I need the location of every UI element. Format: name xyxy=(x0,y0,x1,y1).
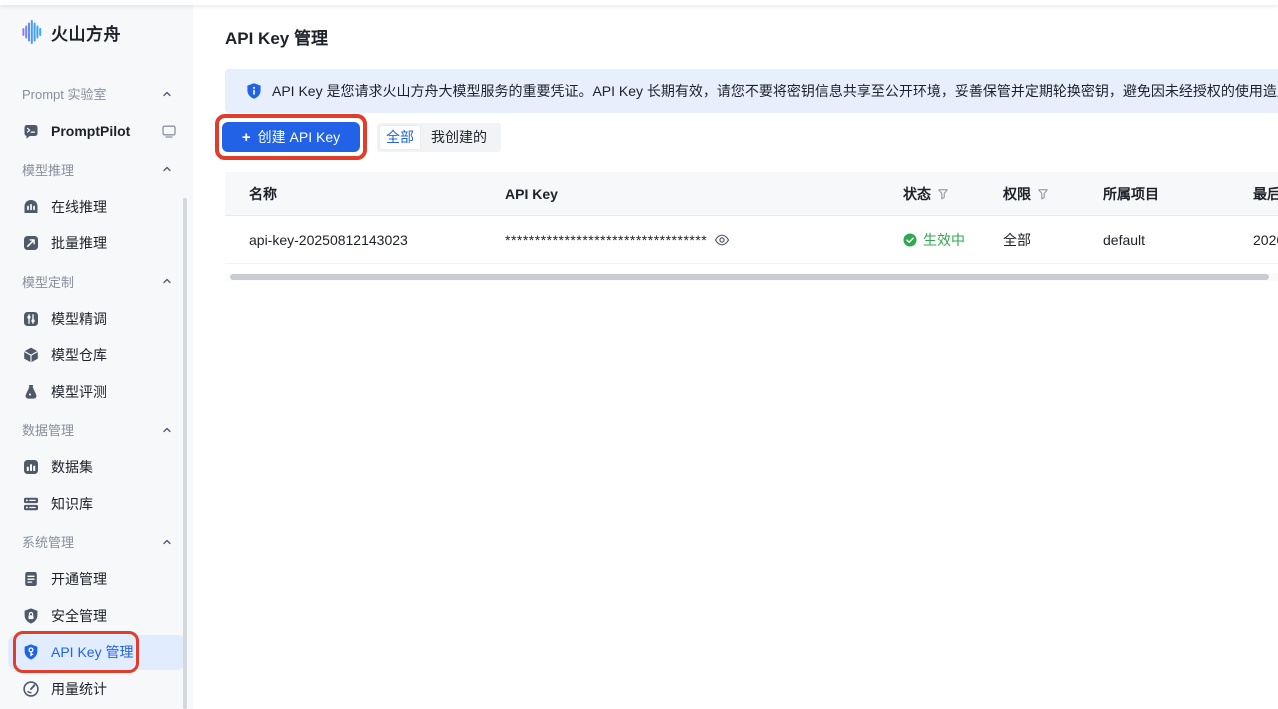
sidebar-item-model-repo[interactable]: 模型仓库 xyxy=(0,337,193,374)
bank-icon xyxy=(22,198,40,216)
sidebar-item-promptpilot[interactable]: PromptPilot xyxy=(0,113,193,150)
brand: 火山方舟 xyxy=(0,0,193,64)
plus-icon: + xyxy=(242,130,251,145)
sidebar-item-online-inference[interactable]: 在线推理 xyxy=(0,189,193,226)
sidebar-section-prompt-lab[interactable]: Prompt 实验室 xyxy=(0,74,193,113)
sidebar-item-model-finetune[interactable]: 模型精调 xyxy=(0,301,193,338)
column-header-permission: 权限 xyxy=(987,172,1087,215)
api-key-table: 名称 API Key 状态 权限 所属项目 最后 api-key-2025081… xyxy=(225,172,1278,264)
sidebar-item-label: PromptPilot xyxy=(51,123,161,139)
sidebar-item-label: 安全管理 xyxy=(51,606,177,626)
banner-text: API Key 是您请求火山方舟大模型服务的重要凭证。API Key 长期有效，… xyxy=(272,81,1278,101)
cell-api-key: ********************************** xyxy=(489,216,887,263)
flask-icon xyxy=(22,383,40,401)
sidebar-item-security-mgmt[interactable]: 安全管理 xyxy=(0,598,193,635)
terminal-chat-icon xyxy=(22,122,40,140)
cell-project: default xyxy=(1087,216,1237,263)
sidebar-item-label: API Key 管理 xyxy=(51,642,169,662)
main-content: API Key 管理 API Key 是您请求火山方舟大模型服务的重要凭证。AP… xyxy=(193,0,1278,709)
tab-all[interactable]: 全部 xyxy=(380,126,420,149)
clipboard-icon xyxy=(22,570,40,588)
rocket-icon xyxy=(22,234,40,252)
cell-key-name: api-key-20250812143023 xyxy=(225,216,489,263)
sidebar-section-data-mgmt[interactable]: 数据管理 xyxy=(0,410,193,449)
sidebar-section-system-mgmt[interactable]: 系统管理 xyxy=(0,522,193,561)
top-shadow-divider xyxy=(0,0,1278,5)
chevron-up-icon xyxy=(161,424,173,436)
cube-icon xyxy=(22,346,40,364)
create-api-key-button[interactable]: + 创建 API Key xyxy=(222,122,360,152)
eye-icon[interactable] xyxy=(714,232,730,248)
section-label: 模型定制 xyxy=(22,272,74,291)
sidebar-item-knowledge-base[interactable]: 知识库 xyxy=(0,486,193,523)
cell-last-time: 2026 xyxy=(1237,216,1278,263)
sidebar-item-model-eval[interactable]: 模型评测 xyxy=(0,374,193,411)
sidebar-item-label: 知识库 xyxy=(51,494,177,514)
sliders-icon xyxy=(22,310,40,328)
owner-filter-tabs: 全部 我创建的 xyxy=(377,123,501,152)
chevron-up-icon xyxy=(161,163,173,175)
sidebar-scrollbar[interactable] xyxy=(183,198,187,709)
chevron-up-icon xyxy=(161,536,173,548)
sidebar-item-batch-inference[interactable]: 批量推理 xyxy=(0,225,193,262)
column-header-last-time: 最后 xyxy=(1237,172,1278,215)
sidebar-item-label: 开通管理 xyxy=(51,569,177,589)
section-label: Prompt 实验室 xyxy=(22,84,107,103)
info-banner: API Key 是您请求火山方舟大模型服务的重要凭证。API Key 长期有效，… xyxy=(225,69,1278,113)
brand-name: 火山方舟 xyxy=(51,20,121,45)
create-api-key-label: 创建 API Key xyxy=(258,127,340,147)
sidebar: 火山方舟 Prompt 实验室 PromptPilot 模型推理 在线推理 xyxy=(0,0,193,709)
monitor-icon[interactable] xyxy=(161,123,177,139)
sidebar-item-label: 模型精调 xyxy=(51,309,177,329)
chevron-up-icon xyxy=(161,88,173,100)
sidebar-item-label: 模型评测 xyxy=(51,382,177,402)
sidebar-item-api-key-mgmt[interactable]: API Key 管理 xyxy=(8,635,185,670)
sidebar-item-label: 用量统计 xyxy=(51,679,177,699)
cell-permission: 全部 xyxy=(987,216,1087,263)
chevron-up-icon xyxy=(161,275,173,287)
column-header-api-key: API Key xyxy=(489,172,887,215)
check-circle-icon xyxy=(903,233,917,247)
waveform-logo-icon xyxy=(22,19,42,45)
page-title: API Key 管理 xyxy=(225,24,328,49)
bar-chart-icon xyxy=(22,458,40,476)
gauge-icon xyxy=(22,680,40,698)
horizontal-scrollbar-thumb[interactable] xyxy=(230,274,1269,280)
cell-status: 生效中 xyxy=(887,216,987,263)
section-label: 数据管理 xyxy=(22,420,74,439)
tab-created-by-me[interactable]: 我创建的 xyxy=(420,126,498,149)
create-api-key-button-wrap: + 创建 API Key xyxy=(222,122,360,152)
masked-api-key: ********************************** xyxy=(505,232,707,248)
server-icon xyxy=(22,495,40,513)
table-row: api-key-20250812143023 *****************… xyxy=(225,216,1278,264)
shield-info-icon xyxy=(245,82,263,100)
sidebar-nav: Prompt 实验室 PromptPilot 模型推理 在线推理 批量推理 xyxy=(0,64,193,707)
shield-key-icon xyxy=(22,643,40,661)
section-label: 模型推理 xyxy=(22,160,74,179)
sidebar-item-label: 模型仓库 xyxy=(51,345,177,365)
table-header-row: 名称 API Key 状态 权限 所属项目 最后 xyxy=(225,172,1278,216)
sidebar-item-label: 数据集 xyxy=(51,457,177,477)
sidebar-item-activation-mgmt[interactable]: 开通管理 xyxy=(0,561,193,598)
sidebar-item-dataset[interactable]: 数据集 xyxy=(0,449,193,486)
filter-funnel-icon[interactable] xyxy=(1037,188,1049,200)
sidebar-item-label: 在线推理 xyxy=(51,197,177,217)
sidebar-section-model-custom[interactable]: 模型定制 xyxy=(0,262,193,301)
shield-lock-icon xyxy=(22,607,40,625)
filter-funnel-icon[interactable] xyxy=(937,188,949,200)
sidebar-section-model-inference[interactable]: 模型推理 xyxy=(0,150,193,189)
app-window: 火山方舟 Prompt 实验室 PromptPilot 模型推理 在线推理 xyxy=(0,0,1278,709)
column-header-name: 名称 xyxy=(225,172,489,215)
column-header-project: 所属项目 xyxy=(1087,172,1237,215)
status-badge: 生效中 xyxy=(923,230,965,250)
sidebar-item-label: 批量推理 xyxy=(51,233,177,253)
section-label: 系统管理 xyxy=(22,532,74,551)
sidebar-item-usage-stats[interactable]: 用量统计 xyxy=(0,671,193,708)
column-header-status: 状态 xyxy=(887,172,987,215)
